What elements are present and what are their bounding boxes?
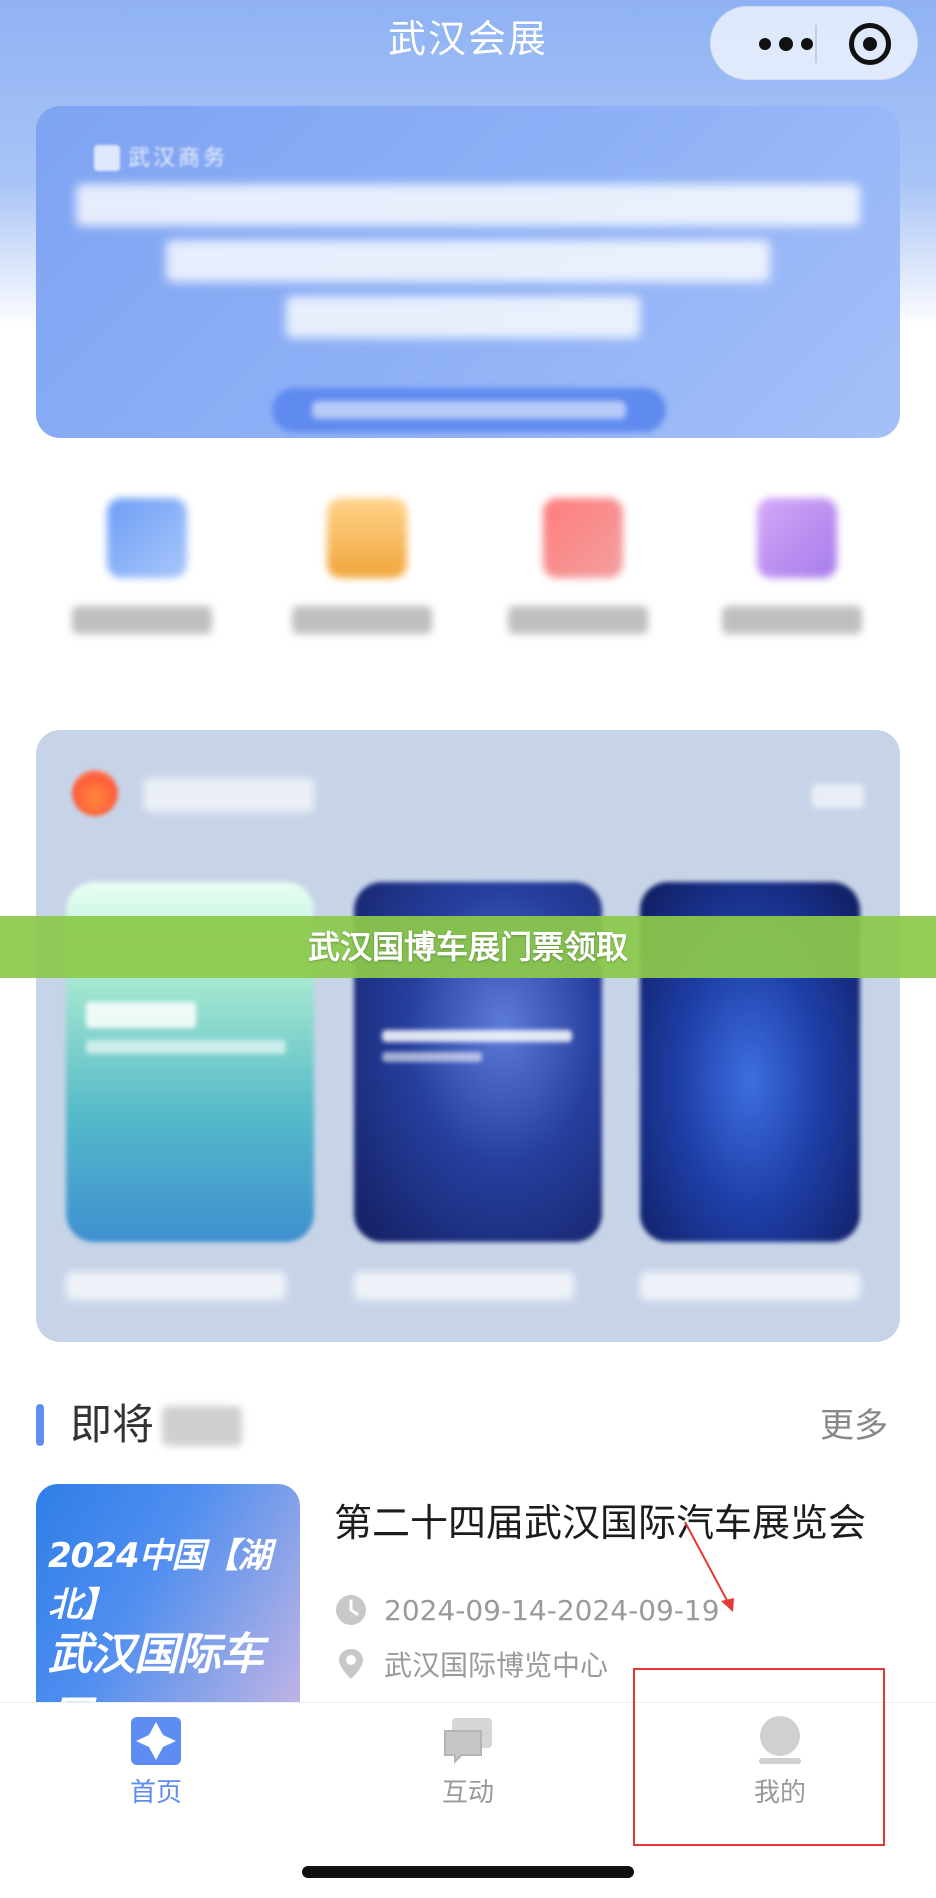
quick-entry-label: [72, 606, 212, 634]
quick-entry-icon: [327, 498, 407, 578]
section-accent-bar: [36, 1404, 44, 1446]
overlay-title: 武汉国博车展门票领取: [307, 928, 628, 966]
location-pin-icon: [339, 1649, 363, 1679]
banner-date-pill: [272, 388, 666, 432]
quick-entry-icon: [107, 498, 187, 578]
event-venue-row: 武汉国际博览中心: [334, 1644, 608, 1684]
quick-entry-label: [508, 606, 648, 634]
home-indicator: [302, 1866, 634, 1878]
upcoming-section-title: 即将: [70, 1400, 155, 1449]
quick-entry-icon: [757, 498, 837, 578]
hot-event-caption: [66, 1272, 286, 1300]
event-title[interactable]: 第二十四届武汉国际汽车展览会: [334, 1496, 866, 1550]
chat-icon: [444, 1718, 492, 1764]
card-title-line: [382, 1030, 572, 1042]
close-icon[interactable]: [849, 23, 891, 65]
tab-label: 互动: [441, 1778, 494, 1808]
quick-entry-label: [292, 606, 432, 634]
quick-entry-label: [722, 606, 862, 634]
card-title-line: [382, 1052, 482, 1062]
upcoming-title-blurred-part: [162, 1406, 242, 1446]
commerce-logo-icon: [94, 145, 120, 171]
quick-entry-1[interactable]: [42, 486, 242, 666]
home-icon: [131, 1717, 181, 1765]
banner-headline-line: [166, 240, 770, 282]
hot-event-caption: [640, 1272, 860, 1300]
quick-entry-2[interactable]: [262, 486, 462, 666]
event-venue: 武汉国际博览中心: [384, 1649, 609, 1682]
banner-logo: 武汉商务: [94, 140, 228, 172]
banner-headline-line: [286, 296, 640, 338]
more-icon[interactable]: [741, 7, 831, 81]
thumb-line-1: 2024中国【湖北】: [48, 1536, 272, 1625]
upcoming-more-link[interactable]: 更多: [820, 1402, 888, 1450]
hot-more-link[interactable]: [812, 784, 864, 808]
capsule-divider: [815, 25, 817, 63]
fire-icon: [72, 770, 118, 816]
annotation-highlight-box: [633, 1668, 885, 1846]
quick-entry-3[interactable]: [478, 486, 678, 666]
clock-icon: [336, 1595, 366, 1625]
mini-program-capsule: [710, 6, 918, 80]
overlay-title-bar: 武汉国博车展门票领取: [0, 916, 936, 978]
tab-label: 首页: [129, 1778, 182, 1808]
event-thumbnail[interactable]: 2024中国【湖北】 武汉国际车展: [36, 1484, 300, 1734]
quick-entry-icon: [543, 498, 623, 578]
hot-events-panel: [36, 730, 900, 1342]
promo-banner[interactable]: 武汉商务: [36, 106, 900, 438]
event-date: 2024-09-14-2024-09-19: [384, 1593, 720, 1627]
card-title-line: [86, 1040, 286, 1054]
tab-interact[interactable]: 互动: [398, 1716, 538, 1816]
banner-headline-line: [76, 184, 860, 226]
quick-entry-4[interactable]: [692, 486, 892, 666]
hot-event-caption: [354, 1272, 574, 1300]
card-title-line: [86, 1002, 196, 1028]
tab-home[interactable]: 首页: [86, 1716, 226, 1816]
hot-section-title: [144, 778, 314, 812]
event-date-row: 2024-09-14-2024-09-19: [334, 1590, 720, 1630]
